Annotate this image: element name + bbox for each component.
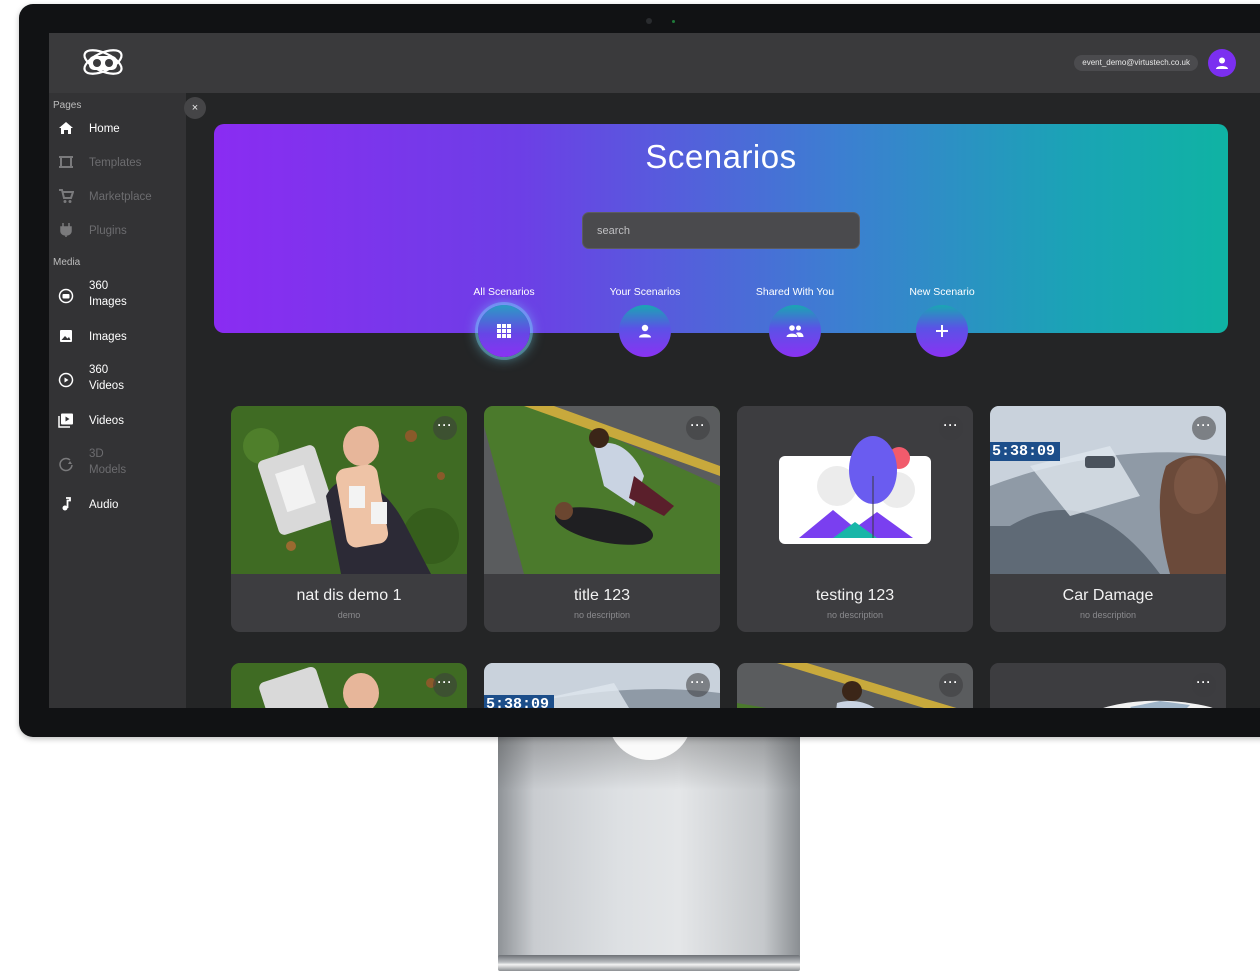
video-timestamp-overlay: 5:38:09 (484, 695, 555, 708)
new-scenario-button[interactable] (916, 305, 968, 357)
360-video-icon (58, 372, 74, 388)
plug-icon (60, 223, 72, 237)
car-interior-360-photo: 5:38:09 (990, 406, 1226, 574)
sidebar-item-plugins[interactable]: Plugins (49, 215, 186, 245)
white-car-photo (990, 663, 1226, 708)
cpr-manikin-photo (231, 663, 467, 708)
close-sidebar-button[interactable]: × (184, 97, 206, 119)
home-icon (59, 122, 73, 134)
card-description: no description (826, 610, 884, 620)
sidebar-item-label: Images (89, 331, 127, 343)
card-more-button[interactable]: ··· (433, 673, 457, 697)
card-more-button[interactable]: ··· (1192, 416, 1216, 440)
scenario-card[interactable]: ··· (990, 663, 1226, 708)
monitor-stand-base (498, 955, 800, 971)
card-more-button[interactable]: ··· (1192, 673, 1216, 697)
tab-shared-with-you[interactable] (769, 305, 821, 357)
tab-all-scenarios[interactable] (478, 305, 530, 357)
card-title: nat dis demo 1 (296, 587, 402, 604)
car-interior-360-photo: 5:38:09 (484, 663, 720, 708)
group-icon (786, 325, 804, 337)
scenario-card[interactable]: ··· title 123 no description (484, 406, 720, 632)
card-description: demo (337, 610, 361, 620)
search-input[interactable] (582, 212, 860, 249)
video-timestamp-overlay: 5:38:09 (990, 442, 1061, 461)
webcam-icon (646, 18, 652, 24)
app-screen: event_demo@virtustech.co.uk Pages Home T… (49, 33, 1260, 708)
card-more-button[interactable]: ··· (433, 416, 457, 440)
3d-model-icon (59, 457, 73, 472)
monitor-stand (498, 730, 800, 966)
sidebar-section-pages: Pages (53, 100, 82, 111)
360-image-icon (58, 288, 74, 304)
sidebar-item-label: Home (89, 123, 120, 135)
card-description: no description (573, 610, 631, 620)
card-title: testing 123 (815, 587, 895, 604)
sidebar-item-templates[interactable]: Templates (49, 147, 186, 177)
sidebar-item-label: Plugins (89, 225, 127, 237)
camera-led (672, 20, 675, 23)
vr-headset-logo-icon[interactable] (79, 41, 127, 83)
top-bar: event_demo@virtustech.co.uk (49, 33, 1260, 93)
user-email-badge[interactable]: event_demo@virtustech.co.uk (1074, 55, 1198, 71)
sidebar-item-videos[interactable]: Videos (49, 405, 186, 435)
templates-icon (59, 156, 73, 168)
scenario-card[interactable]: ··· nat dis demo 1 demo (231, 406, 467, 632)
scenario-card[interactable]: ··· (737, 663, 973, 708)
person-icon (639, 324, 651, 338)
tab-your-scenarios-label: Your Scenarios (609, 286, 681, 298)
sidebar-item-label: Videos (89, 415, 124, 427)
sidebar-item-label: 360 Images (89, 280, 127, 308)
tab-all-scenarios-label: All Scenarios (473, 286, 535, 298)
scenario-card[interactable]: ··· (231, 663, 467, 708)
sidebar-item-label: Audio (89, 499, 119, 511)
tab-shared-with-you-label: Shared With You (755, 286, 835, 298)
sidebar-item-label: 3D Models (89, 448, 127, 476)
music-note-icon (62, 497, 71, 511)
sidebar-item-label: Templates (89, 157, 142, 169)
sidebar-section-media: Media (53, 257, 81, 268)
sidebar-item-marketplace[interactable]: Marketplace (49, 181, 186, 211)
scenarios-hero-banner: Scenarios All Scenarios Your Scenarios S… (214, 124, 1228, 357)
card-description: no description (1079, 610, 1137, 620)
sidebar-item-360-videos[interactable]: 360 Videos (49, 360, 186, 400)
video-library-icon (58, 413, 73, 428)
sidebar-item-label: 360 Videos (89, 364, 124, 392)
sidebar: Pages Home Templates Marketplace Plugins… (49, 93, 186, 708)
placeholder-illustration (737, 406, 973, 574)
grid-icon (497, 324, 511, 338)
roadside-first-aid-photo (737, 663, 973, 708)
tab-new-scenario-label: New Scenario (909, 286, 975, 298)
card-more-button[interactable]: ··· (939, 673, 963, 697)
cart-icon (59, 189, 74, 203)
sidebar-item-audio[interactable]: Audio (49, 489, 186, 519)
card-title: title 123 (573, 587, 631, 604)
cpr-manikin-photo (231, 406, 467, 574)
user-icon[interactable] (1208, 49, 1236, 77)
image-icon (60, 330, 72, 342)
tab-your-scenarios[interactable] (619, 305, 671, 357)
sidebar-item-home[interactable]: Home (49, 113, 186, 143)
card-more-button[interactable]: ··· (939, 416, 963, 440)
plus-icon (936, 325, 948, 337)
scenario-card[interactable]: 5:38:09 ··· (484, 663, 720, 708)
scenario-card[interactable]: ··· testing 123 no description (737, 406, 973, 632)
sidebar-item-3d-models[interactable]: 3D Models (49, 444, 186, 484)
sidebar-item-images[interactable]: Images (49, 321, 186, 351)
sidebar-item-360-images[interactable]: 360 Images (49, 276, 186, 316)
sidebar-item-label: Marketplace (89, 191, 152, 203)
page-title: Scenarios (645, 138, 797, 175)
card-title: Car Damage (1062, 587, 1154, 604)
card-more-button[interactable]: ··· (686, 673, 710, 697)
roadside-first-aid-photo (484, 406, 720, 574)
scenario-card[interactable]: 5:38:09 ··· Car Damage no description (990, 406, 1226, 632)
card-more-button[interactable]: ··· (686, 416, 710, 440)
